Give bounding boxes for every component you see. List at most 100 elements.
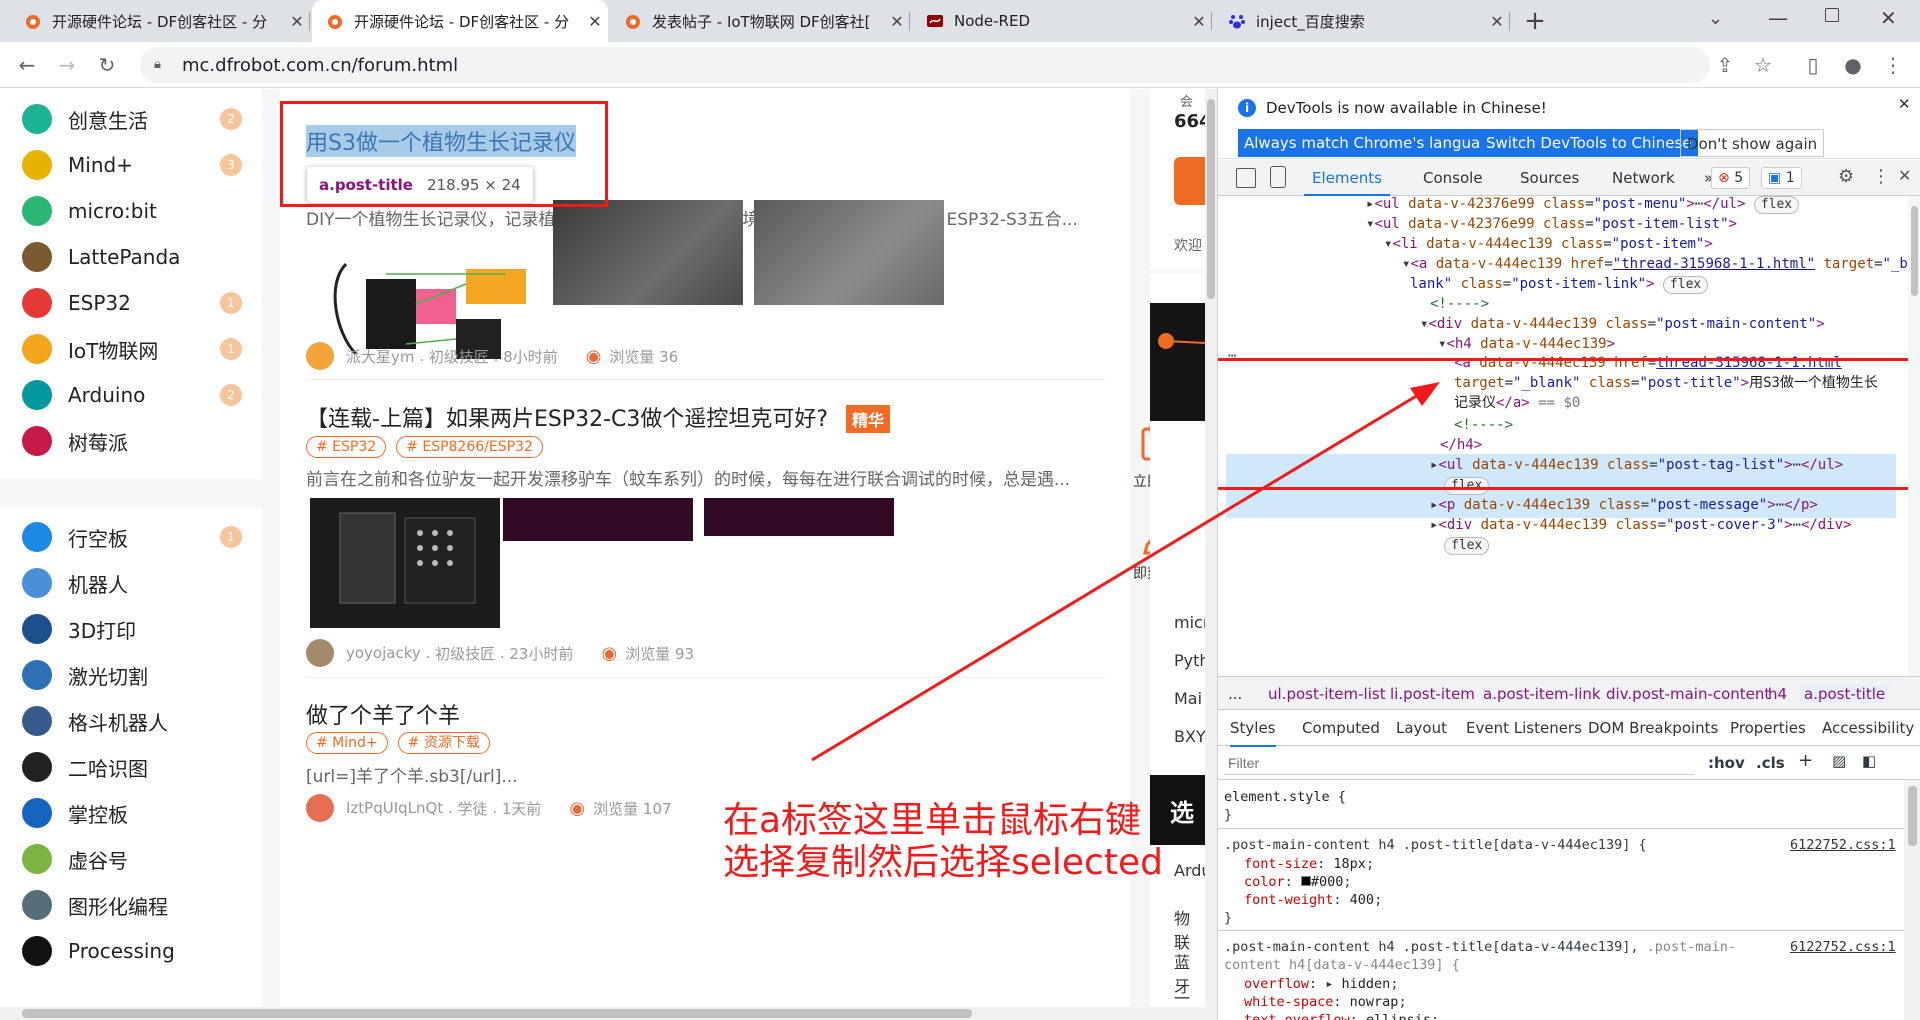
forward-arrow-icon[interactable]: →	[52, 50, 82, 80]
sidebar-item-5[interactable]: 二哈识图	[22, 749, 242, 785]
sidebar-item-8[interactable]: 图形化编程	[22, 887, 242, 923]
dom-node[interactable]: ▾<ul data-v-42376e99 class="post-item-li…	[1366, 214, 1737, 234]
author-avatar[interactable]	[306, 342, 334, 370]
device-toolbar-icon[interactable]	[1270, 166, 1286, 188]
sidebar-item-0[interactable]: 创意生活 2	[22, 101, 242, 137]
tab-1[interactable]: 开源硬件论坛 - DF创客社区 - 分 ✕	[10, 0, 310, 42]
tab-sources[interactable]: Sources	[1520, 160, 1579, 196]
sidebar-item-9[interactable]: Processing	[22, 933, 242, 969]
hov-toggle[interactable]: :hov	[1708, 754, 1745, 772]
right-col-item[interactable]: micr	[1174, 613, 1205, 632]
dom-node[interactable]: ▾<div data-v-444ec139 class="post-main-c…	[1420, 314, 1825, 334]
cls-toggle[interactable]: .cls	[1756, 754, 1785, 772]
restore-icon[interactable]	[1825, 8, 1839, 22]
styles-filter-input[interactable]	[1224, 751, 1694, 775]
breadcrumb-a-post-title[interactable]: a.post-title	[1800, 685, 1890, 703]
horizontal-scrollbar[interactable]	[0, 1007, 1205, 1020]
vertical-scrollbar[interactable]	[1205, 89, 1217, 1020]
sidebar-item-1[interactable]: 机器人	[22, 565, 242, 601]
author-name[interactable]: 派大星ym	[346, 346, 415, 367]
tab-3[interactable]: 发表帖子 - IoT物联网 DF创客社[ ✕	[610, 0, 910, 42]
dom-node[interactable]: ▾<h4 data-v-444ec139>	[1438, 334, 1615, 354]
address-bar[interactable]: 🔒︎ mc.dfrobot.com.cn/forum.html	[140, 47, 1710, 83]
author-name[interactable]: IztPqUIqLnQt	[346, 799, 443, 817]
vertical-scrollbar-thumb[interactable]	[1207, 99, 1215, 299]
post-tag[interactable]: # ESP32	[306, 436, 387, 458]
profile-avatar-icon[interactable]: ●	[1838, 50, 1868, 80]
breadcrumb-ellipsis[interactable]: ...	[1228, 685, 1242, 703]
right-col-item[interactable]: Pyth	[1174, 651, 1205, 670]
dom-node[interactable]: ▾<li data-v-444ec139 class="post-item">	[1384, 234, 1713, 254]
switch-to-chinese-button[interactable]: Switch DevTools to Chinese	[1480, 129, 1698, 157]
post-item[interactable]: 【连载-上篇】如果两片ESP32-C3做个遥控坦克可好? 精华	[306, 401, 1106, 433]
style-source-link[interactable]: 6122752.css:1	[1790, 836, 1896, 854]
author-avatar[interactable]	[306, 794, 334, 822]
style-declaration[interactable]: font-size: 18px;	[1244, 855, 1374, 873]
post-tag[interactable]: # Mind+	[306, 732, 388, 754]
tab-search-chevron-icon[interactable]: ⌄	[1708, 8, 1723, 29]
dom-node[interactable]: ▸<p data-v-444ec139 class="post-message"…	[1430, 495, 1818, 515]
breadcrumb-h4[interactable]: h4	[1768, 685, 1787, 703]
subtab-event-listeners[interactable]: Event Listeners	[1466, 719, 1582, 737]
author-name[interactable]: yoyojacky	[346, 644, 421, 662]
minimize-icon[interactable]: —	[1768, 6, 1788, 30]
post-title-link[interactable]: 做了个羊了个羊	[306, 704, 460, 729]
side-panel-icon[interactable]: ▯	[1798, 50, 1828, 80]
post-tag[interactable]: # ESP8266/ESP32	[396, 436, 543, 458]
toggle-sidebar-icon[interactable]: ◧	[1862, 752, 1876, 770]
style-source-link[interactable]: 6122752.css:1	[1790, 938, 1896, 956]
styles-scrollbar-thumb[interactable]	[1908, 786, 1917, 846]
tab-elements[interactable]: Elements	[1304, 160, 1390, 196]
breadcrumb-li[interactable]: li.post-item	[1390, 685, 1475, 703]
dont-show-again-button[interactable]: Don't show again	[1680, 129, 1825, 157]
style-declaration[interactable]: overflow: ▸ hidden;	[1244, 975, 1398, 993]
devtools-close-icon[interactable]: ✕	[1898, 166, 1911, 185]
dom-tree-scrollbar[interactable]	[1908, 196, 1920, 676]
style-rule-selector[interactable]: .post-main-content h4 .post-title[data-v…	[1224, 836, 1647, 854]
sidebar-item-2[interactable]: micro:bit	[22, 193, 242, 229]
subtab-layout[interactable]: Layout	[1396, 719, 1447, 737]
right-col-item[interactable]: Ardu	[1174, 861, 1205, 880]
sidebar-item-4[interactable]: ESP32 1	[22, 285, 242, 321]
right-col-item[interactable]: BXY	[1174, 727, 1205, 746]
close-icon[interactable]: ✕	[1186, 12, 1212, 31]
sidebar-item-1[interactable]: Mind+ 3	[22, 147, 242, 183]
post-thumbnail-board[interactable]	[310, 498, 500, 628]
style-rule-selector[interactable]: .post-main-content h4 .post-title[data-v…	[1224, 938, 1736, 956]
author-avatar[interactable]	[306, 639, 334, 667]
close-icon[interactable]: ✕	[1484, 12, 1510, 31]
style-declaration[interactable]: color: #000;	[1244, 873, 1352, 891]
sidebar-item-3[interactable]: 激光切割	[22, 657, 242, 693]
dom-node[interactable]: ▸<ul data-v-42376e99 class="post-menu">⋯…	[1366, 196, 1800, 214]
sidebar-item-5[interactable]: IoT物联网 1	[22, 331, 242, 367]
menu-kebab-icon[interactable]: ⋮	[1878, 50, 1908, 80]
horizontal-scrollbar-thumb[interactable]	[22, 1009, 972, 1018]
sidebar-item-6[interactable]: 掌控板	[22, 795, 242, 831]
error-count-badge[interactable]: ⊗ 5	[1711, 167, 1751, 189]
sidebar-item-7[interactable]: 虚谷号	[22, 841, 242, 877]
share-icon[interactable]: ⇪	[1710, 50, 1740, 80]
new-style-rule-plus-icon[interactable]: +	[1798, 750, 1813, 771]
dom-node[interactable]: ▸<div data-v-444ec139 class="post-cover-…	[1430, 515, 1852, 535]
reload-icon[interactable]: ↻	[92, 50, 122, 80]
sidebar-item-2[interactable]: 3D打印	[22, 611, 242, 647]
subtab-dom-breakpoints[interactable]: DOM Breakpoints	[1588, 719, 1718, 737]
infobar-close-icon[interactable]: ✕	[1898, 95, 1911, 113]
close-icon[interactable]: ✕	[884, 12, 910, 31]
subtab-styles[interactable]: Styles	[1230, 719, 1276, 747]
post-tag[interactable]: # 资源下载	[397, 732, 490, 754]
post-thumbnail-terminal-2[interactable]	[704, 498, 894, 536]
settings-gear-icon[interactable]: ⚙	[1838, 166, 1854, 187]
right-col-item[interactable]: 物联	[1174, 905, 1205, 953]
dom-tree-scrollbar-thumb[interactable]	[1911, 206, 1918, 296]
new-tab-plus-icon[interactable]: +	[1520, 6, 1550, 36]
post-thumbnail-plant-2[interactable]	[754, 200, 944, 305]
style-declaration[interactable]: white-space: nowrap;	[1244, 993, 1407, 1011]
breadcrumb-a-link[interactable]: a.post-item-link	[1483, 685, 1601, 703]
tab-4[interactable]: Node-RED ✕	[912, 0, 1212, 42]
subtab-computed[interactable]: Computed	[1302, 719, 1380, 737]
always-match-language-button[interactable]: Always match Chrome's language	[1238, 129, 1505, 157]
tab-5[interactable]: inject_百度搜索 ✕	[1214, 0, 1510, 42]
close-icon[interactable]: ✕	[582, 12, 608, 31]
sidebar-item-6[interactable]: Arduino 2	[22, 377, 242, 413]
